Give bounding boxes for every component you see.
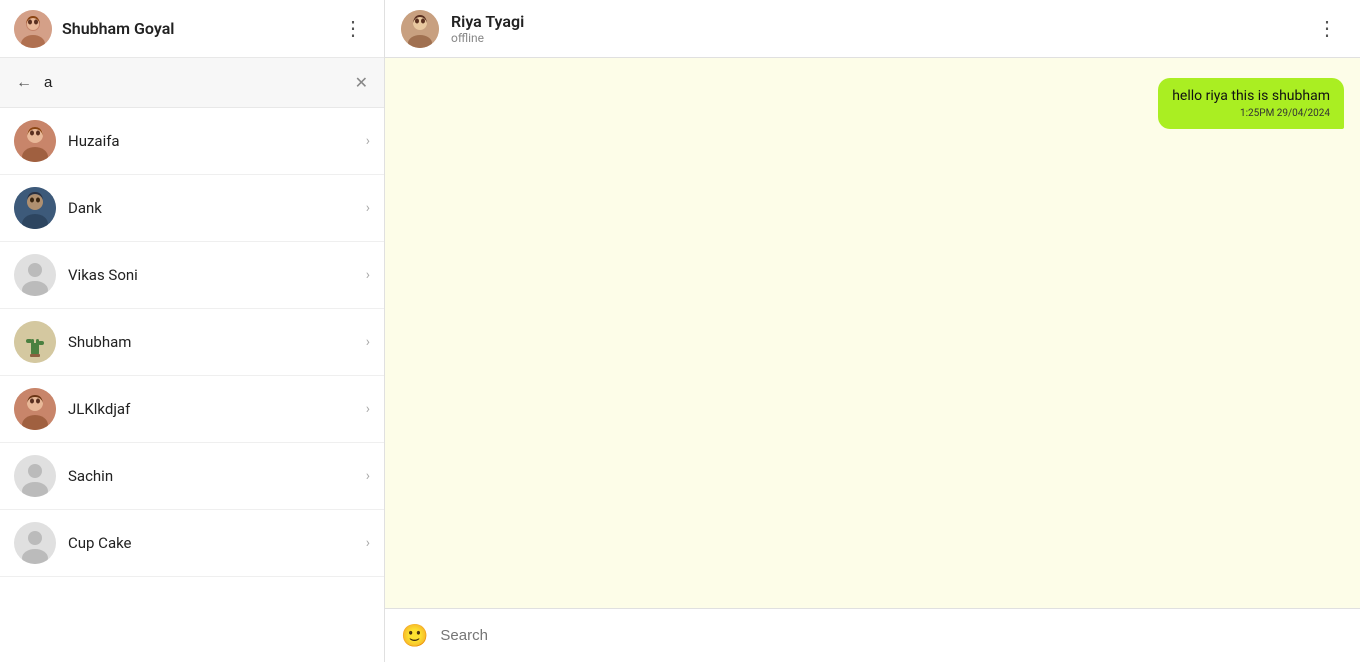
contact-chevron-cupcake: › xyxy=(366,535,370,551)
chat-contact-avatar xyxy=(401,10,439,48)
contact-name-dank: Dank xyxy=(68,199,354,217)
contact-avatar-vikas-soni xyxy=(14,254,56,296)
contact-item-huzaifa[interactable]: Huzaifa › xyxy=(0,108,384,175)
contact-item-shubham[interactable]: Shubham › xyxy=(0,309,384,376)
chat-header: Riya Tyagi offline ⋮ xyxy=(385,0,1360,58)
chat-area: Riya Tyagi offline ⋮ hello riya this is … xyxy=(385,0,1360,662)
sidebar: Shubham Goyal ⋮ ← ✕ Huzaifa › xyxy=(0,0,385,662)
contact-avatar-dank xyxy=(14,187,56,229)
sidebar-menu-button[interactable]: ⋮ xyxy=(337,15,370,43)
current-user-name: Shubham Goyal xyxy=(62,19,337,38)
contact-chevron-shubham: › xyxy=(366,334,370,350)
message-time-msg1: 1:25PM 29/04/2024 xyxy=(1172,108,1330,119)
contact-chevron-sachin: › xyxy=(366,468,370,484)
search-bar: ← ✕ xyxy=(0,58,384,108)
contact-avatar-jlklkdjaf xyxy=(14,388,56,430)
contact-avatar-sachin xyxy=(14,455,56,497)
message-bubble-msg1: hello riya this is shubham 1:25PM 29/04/… xyxy=(1158,78,1344,129)
sidebar-header: Shubham Goyal ⋮ xyxy=(0,0,384,58)
contact-name-cupcake: Cup Cake xyxy=(68,534,354,552)
contact-chevron-jlklkdjaf: › xyxy=(366,401,370,417)
contact-name-sachin: Sachin xyxy=(68,467,354,485)
search-input[interactable] xyxy=(44,74,343,91)
chat-header-info: Riya Tyagi offline xyxy=(451,12,1299,45)
emoji-button[interactable]: 🙂 xyxy=(399,621,430,651)
contact-name-shubham: Shubham xyxy=(68,333,354,351)
contact-item-dank[interactable]: Dank › xyxy=(0,175,384,242)
message-wrapper-msg1: hello riya this is shubham 1:25PM 29/04/… xyxy=(401,78,1344,129)
contact-avatar-huzaifa xyxy=(14,120,56,162)
chat-messages: hello riya this is shubham 1:25PM 29/04/… xyxy=(385,58,1360,608)
contact-avatar-cupcake xyxy=(14,522,56,564)
contacts-list: Huzaifa › Dank › xyxy=(0,108,384,662)
contact-chevron-vikas-soni: › xyxy=(366,267,370,283)
chat-contact-status: offline xyxy=(451,31,1299,45)
chat-menu-button[interactable]: ⋮ xyxy=(1311,12,1344,45)
current-user-avatar xyxy=(14,10,52,48)
contact-chevron-huzaifa: › xyxy=(366,133,370,149)
chat-input-bar: 🙂 xyxy=(385,608,1360,662)
contact-item-vikas-soni[interactable]: Vikas Soni › xyxy=(0,242,384,309)
contact-chevron-dank: › xyxy=(366,200,370,216)
contact-name-vikas-soni: Vikas Soni xyxy=(68,266,354,284)
message-input[interactable] xyxy=(440,627,1346,644)
message-text-msg1: hello riya this is shubham xyxy=(1172,88,1330,104)
contact-item-cupcake[interactable]: Cup Cake › xyxy=(0,510,384,577)
back-button[interactable]: ← xyxy=(12,72,36,94)
contact-item-sachin[interactable]: Sachin › xyxy=(0,443,384,510)
contact-item-jlklkdjaf[interactable]: JLKlkdjaf › xyxy=(0,376,384,443)
clear-search-button[interactable]: ✕ xyxy=(351,71,372,95)
chat-contact-name: Riya Tyagi xyxy=(451,12,1299,31)
contact-avatar-shubham xyxy=(14,321,56,363)
contact-name-jlklkdjaf: JLKlkdjaf xyxy=(68,400,354,418)
contact-name-huzaifa: Huzaifa xyxy=(68,132,354,150)
